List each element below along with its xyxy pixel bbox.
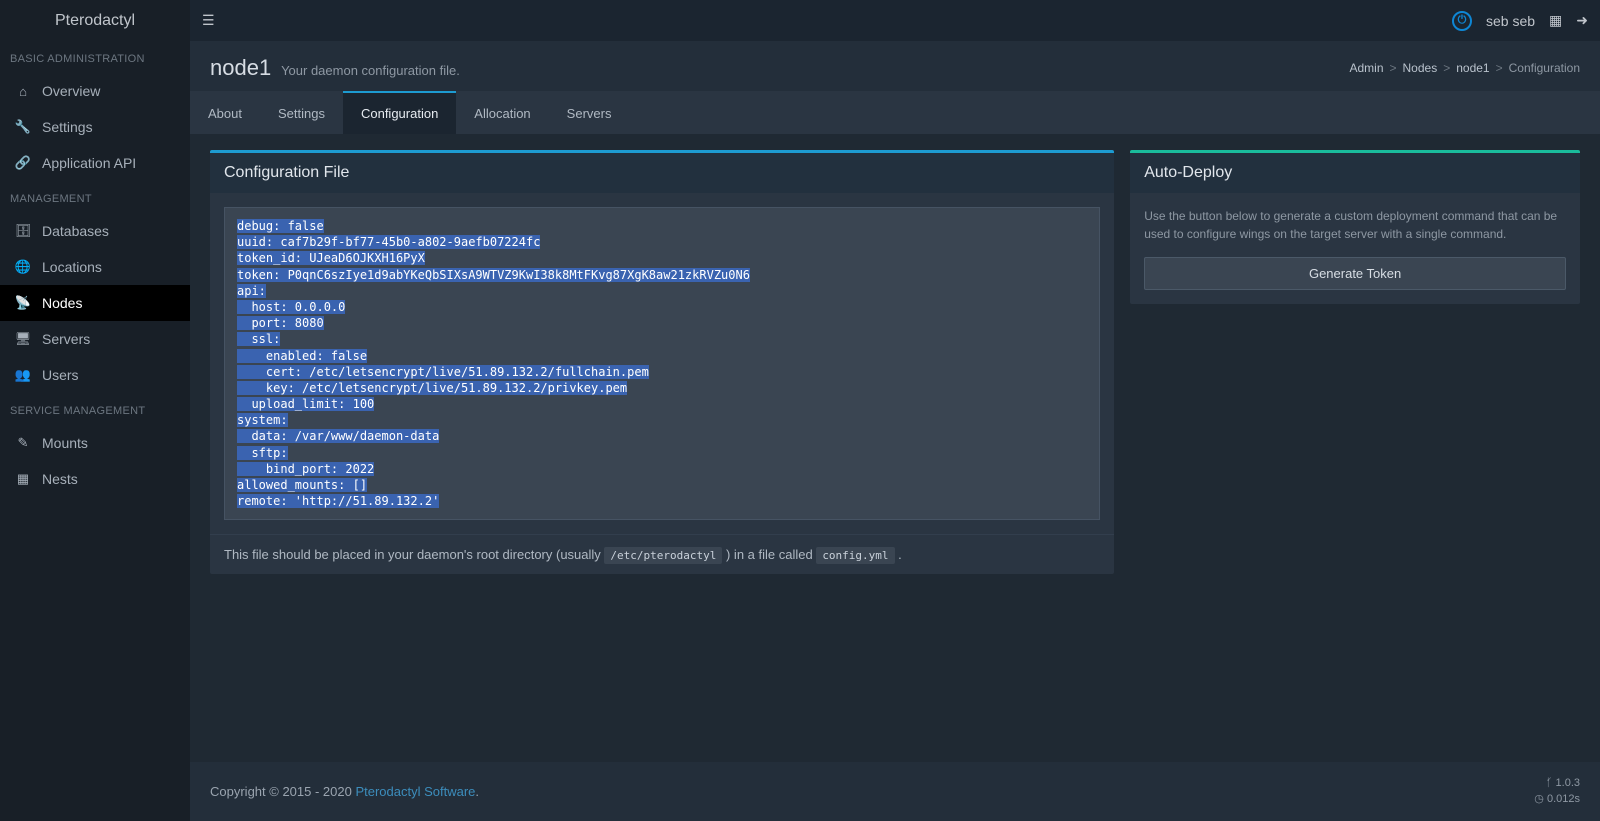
sidebar-item-application-api[interactable]: 🔗 Application API <box>0 145 190 181</box>
auto-deploy-help: Use the button below to generate a custo… <box>1144 207 1566 243</box>
sidebar-item-overview[interactable]: ⌂ Overview <box>0 73 190 109</box>
power-icon[interactable]: ⏻ <box>1452 11 1472 31</box>
settings-icon: 🔧 <box>14 119 32 135</box>
tab-settings[interactable]: Settings <box>260 91 343 134</box>
tab-configuration[interactable]: Configuration <box>343 91 456 134</box>
sidebar-item-locations[interactable]: 🌐 Locations <box>0 249 190 285</box>
tab-allocation[interactable]: Allocation <box>456 91 548 134</box>
sidebar-item-label: Locations <box>42 259 102 275</box>
config-file-box: Configuration File debug: false uuid: ca… <box>210 150 1114 574</box>
content-header: node1 Your daemon configuration file. Ad… <box>190 41 1600 91</box>
generate-token-button[interactable]: Generate Token <box>1144 257 1566 290</box>
brand-logo[interactable]: Pterodactyl <box>0 0 190 41</box>
footer: Copyright © 2015 - 2020 Pterodactyl Soft… <box>190 762 1600 821</box>
config-file-content[interactable]: debug: false uuid: caf7b29f-bf77-45b0-a8… <box>224 207 1100 520</box>
breadcrumb-separator: > <box>1443 61 1450 75</box>
git-branch-icon: ᚶ <box>1546 777 1553 789</box>
breadcrumb-separator: > <box>1390 61 1397 75</box>
sidebar-item-label: Users <box>42 367 79 383</box>
page-title: node1 <box>210 55 271 80</box>
sidebar-item-mounts[interactable]: ✎ Mounts <box>0 425 190 461</box>
sidebar: Pterodactyl BASIC ADMINISTRATION ⌂ Overvie… <box>0 0 190 821</box>
auto-deploy-box: Auto-Deploy Use the button below to gene… <box>1130 150 1580 304</box>
logout-icon[interactable]: ➜ <box>1576 12 1588 29</box>
breadcrumb-item[interactable]: Admin <box>1349 61 1383 75</box>
clock-icon: ◷ <box>1534 793 1544 805</box>
overview-icon: ⌂ <box>14 84 32 99</box>
hamburger-icon[interactable]: ☰ <box>202 12 215 29</box>
mounts-icon: ✎ <box>14 435 32 451</box>
sidebar-item-label: Overview <box>42 83 100 99</box>
breadcrumb: Admin > Nodes > node1 > Configuration <box>1349 61 1580 75</box>
sidebar-item-label: Nests <box>42 471 78 487</box>
breadcrumb-separator: > <box>1496 61 1503 75</box>
user-name[interactable]: seb seb <box>1486 13 1535 29</box>
filename-code: config.yml <box>816 547 894 564</box>
application-api-icon: 🔗 <box>14 155 32 171</box>
sidebar-item-label: Application API <box>42 155 136 171</box>
breadcrumb-item: Configuration <box>1509 61 1580 75</box>
nests-icon: ▦ <box>14 471 32 487</box>
nodes-icon: 📡 <box>14 295 32 311</box>
sidebar-section-header: BASIC ADMINISTRATION <box>0 41 190 73</box>
auto-deploy-title: Auto-Deploy <box>1130 153 1580 193</box>
servers-icon: 🖥 <box>14 331 32 347</box>
config-file-footer: This file should be placed in your daemo… <box>210 534 1114 574</box>
sidebar-item-label: Settings <box>42 119 93 135</box>
sidebar-item-nodes[interactable]: 📡 Nodes <box>0 285 190 321</box>
sidebar-item-label: Databases <box>42 223 109 239</box>
grid-icon[interactable]: ▦ <box>1549 12 1562 29</box>
page-subtitle: Your daemon configuration file. <box>281 63 460 78</box>
databases-icon: 🗄 <box>14 223 32 239</box>
topbar: ☰ ⏻ seb seb ▦ ➜ <box>190 0 1600 41</box>
sidebar-section-header: MANAGEMENT <box>0 181 190 213</box>
sidebar-item-label: Mounts <box>42 435 88 451</box>
tab-servers[interactable]: Servers <box>549 91 630 134</box>
breadcrumb-item[interactable]: node1 <box>1456 61 1489 75</box>
version-text: 1.0.3 <box>1556 777 1580 789</box>
sidebar-item-servers[interactable]: 🖥 Servers <box>0 321 190 357</box>
tabs: AboutSettingsConfigurationAllocationServ… <box>190 91 1600 134</box>
sidebar-item-nests[interactable]: ▦ Nests <box>0 461 190 497</box>
breadcrumb-item[interactable]: Nodes <box>1403 61 1438 75</box>
config-file-title: Configuration File <box>210 153 1114 193</box>
footer-link[interactable]: Pterodactyl Software <box>355 784 475 799</box>
sidebar-item-label: Servers <box>42 331 90 347</box>
sidebar-item-users[interactable]: 👥 Users <box>0 357 190 393</box>
sidebar-item-label: Nodes <box>42 295 82 311</box>
locations-icon: 🌐 <box>14 259 32 275</box>
users-icon: 👥 <box>14 367 32 383</box>
sidebar-item-databases[interactable]: 🗄 Databases <box>0 213 190 249</box>
sidebar-section-header: SERVICE MANAGEMENT <box>0 393 190 425</box>
render-time: 0.012s <box>1547 793 1580 805</box>
path-code: /etc/pterodactyl <box>604 547 722 564</box>
sidebar-item-settings[interactable]: 🔧 Settings <box>0 109 190 145</box>
tab-about[interactable]: About <box>190 91 260 134</box>
copyright-text: Copyright © 2015 - 2020 <box>210 784 355 799</box>
